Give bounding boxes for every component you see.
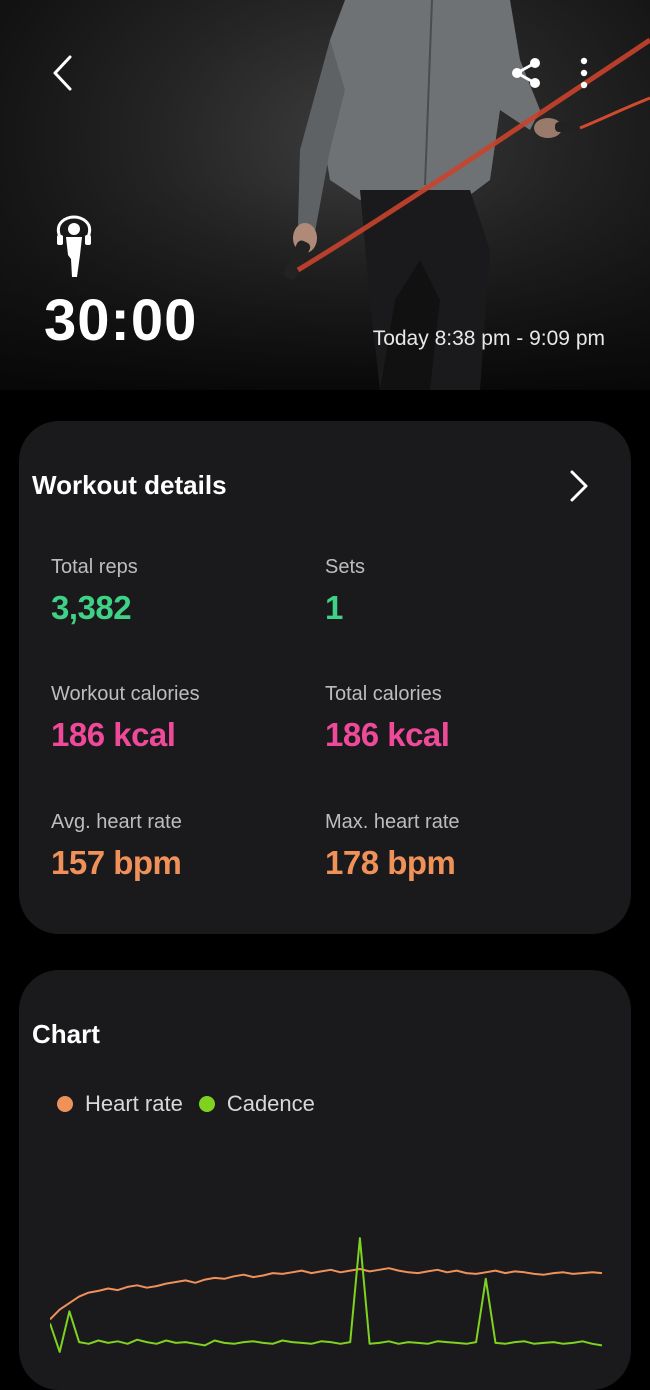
stat-max-heart-rate: Max. heart rate 178 bpm <box>325 811 460 882</box>
share-icon <box>512 58 540 88</box>
chart-legend: Heart rate Cadence <box>57 1091 331 1117</box>
hero-banner: 30:00 Today 8:38 pm - 9:09 pm <box>0 0 650 390</box>
stat-value: 178 bpm <box>325 844 456 881</box>
workout-duration: 30:00 <box>44 288 198 353</box>
stat-value: 157 bpm <box>51 844 182 881</box>
back-button[interactable] <box>38 50 88 96</box>
legend-label-cadence: Cadence <box>226 1091 315 1116</box>
workout-chart <box>50 1237 602 1353</box>
stat-total-reps: Total reps 3,382 <box>51 556 138 627</box>
stat-label: Total reps <box>51 556 138 578</box>
workout-details-title: Workout details <box>32 470 227 500</box>
stat-workout-calories: Workout calories 186 kcal <box>51 683 200 754</box>
legend-dot-cadence <box>198 1096 215 1112</box>
legend-cadence[interactable]: Cadence <box>198 1091 315 1117</box>
chevron-left-icon <box>53 55 72 91</box>
legend-dot-heart-rate <box>57 1096 73 1112</box>
more-vertical-icon <box>580 57 588 89</box>
stat-avg-heart-rate: Avg. heart rate 157 bpm <box>51 811 182 882</box>
chart-title: Chart <box>32 1019 100 1049</box>
stat-label: Total calories <box>325 683 442 705</box>
stat-value: 3,382 <box>51 589 132 626</box>
stat-value: 1 <box>325 589 343 626</box>
chevron-right-icon <box>570 470 588 502</box>
stat-label: Sets <box>325 556 366 578</box>
share-button[interactable] <box>505 52 547 94</box>
stat-total-calories: Total calories 186 kcal <box>325 683 450 754</box>
legend-label-heart-rate: Heart rate <box>85 1091 183 1116</box>
stat-value: 186 kcal <box>51 716 176 753</box>
jump-rope-icon <box>57 215 91 277</box>
stat-label: Avg. heart rate <box>51 811 182 833</box>
workout-details-open-button[interactable] <box>562 466 596 506</box>
stat-label: Max. heart rate <box>325 811 460 833</box>
legend-heart-rate[interactable]: Heart rate <box>57 1091 183 1117</box>
workout-time-range: Today 8:38 pm - 9:09 pm <box>372 327 605 350</box>
chart-series-cadence <box>50 1237 602 1353</box>
stat-value: 186 kcal <box>325 716 450 753</box>
stat-label: Workout calories <box>51 683 200 705</box>
chart-series-heart-rate <box>50 1267 602 1321</box>
stat-sets: Sets 1 <box>325 556 365 627</box>
more-options-button[interactable] <box>566 52 602 94</box>
